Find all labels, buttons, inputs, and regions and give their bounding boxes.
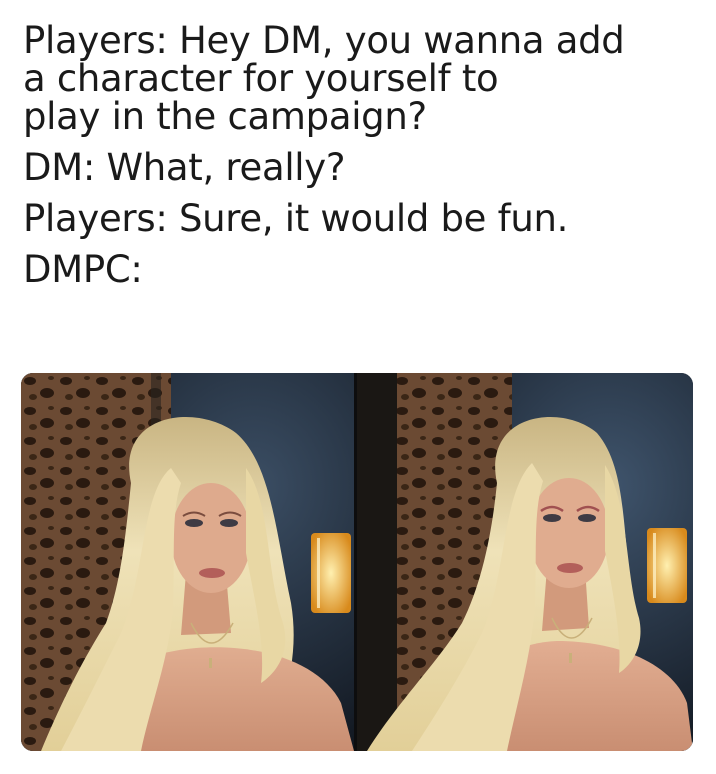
photo-left xyxy=(21,373,354,751)
caption-line-5: Players: Sure, it would be fun. xyxy=(23,197,569,240)
caption-line-4: DM: What, really? xyxy=(23,146,346,189)
caption-line-3: play in the campaign? xyxy=(23,95,427,138)
person-photo-icon xyxy=(21,373,354,751)
person-photo-icon xyxy=(357,373,693,751)
caption-line-2: a character for yourself to xyxy=(23,57,499,100)
caption-line-1: Players: Hey DM, you wanna add xyxy=(23,19,625,62)
photo-collage xyxy=(21,373,693,751)
caption-line-6: DMPC: xyxy=(23,248,143,291)
meme-caption: Players: Hey DM, you wanna add a charact… xyxy=(23,22,703,289)
photo-right xyxy=(357,373,693,751)
